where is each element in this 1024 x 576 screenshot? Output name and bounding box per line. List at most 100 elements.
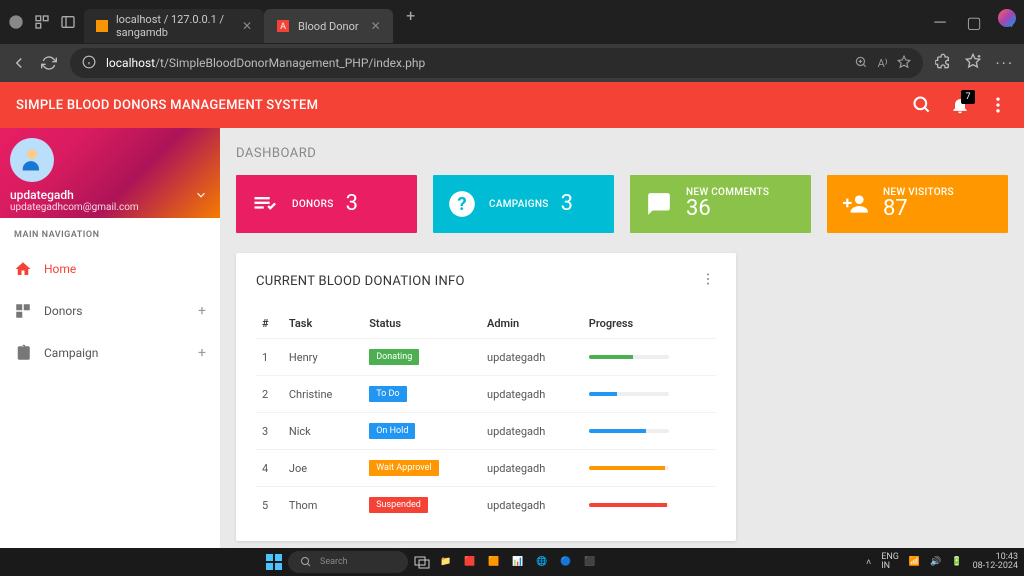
browser-tab-phpmyadmin[interactable]: localhost / 127.0.0.1 / sangamdb ✕ (84, 9, 264, 43)
system-tray[interactable]: ˄ ENGIN 📶 🔊 🔋 10:4308-12-2024 (866, 553, 1018, 571)
stat-value: 3 (561, 191, 573, 216)
tray-chevron-icon[interactable]: ˄ (866, 557, 871, 568)
maximize-button[interactable]: ▢ (966, 14, 982, 30)
taskbar-app[interactable]: 🌐 (532, 552, 552, 572)
table-row: 3 Nick On Hold updategadh (256, 413, 716, 450)
taskbar-app[interactable]: 📊 (508, 552, 528, 572)
table-row: 1 Henry Donating updategadh (256, 339, 716, 376)
read-aloud-icon[interactable]: A⁾ (878, 57, 888, 70)
cell-status: Suspended (363, 487, 481, 524)
extensions-icon[interactable] (935, 53, 951, 73)
wifi-icon[interactable]: 📶 (909, 557, 920, 567)
toolbar-right: ··· (935, 53, 1014, 73)
cell-num: 1 (256, 339, 283, 376)
card-menu-icon[interactable] (700, 271, 716, 291)
app-topbar: SIMPLE BLOOD DONORS MANAGEMENT SYSTEM 7 (0, 82, 1024, 128)
close-icon[interactable]: ✕ (371, 19, 381, 33)
progress-bar (589, 429, 669, 433)
nav-item-home[interactable]: Home (0, 248, 220, 290)
more-icon[interactable]: ··· (995, 54, 1014, 73)
col-task: Task (283, 309, 363, 339)
user-email: updategadhcom@gmail.com (10, 202, 210, 213)
copilot-icon[interactable] (998, 9, 1016, 27)
topbar-actions: 7 (912, 95, 1008, 115)
volume-icon[interactable]: 🔊 (930, 557, 941, 567)
chevron-down-icon[interactable] (194, 187, 208, 206)
taskbar-app[interactable]: 🟧 (484, 552, 504, 572)
app-title: SIMPLE BLOOD DONORS MANAGEMENT SYSTEM (16, 98, 318, 113)
svg-text:?: ? (457, 193, 466, 215)
table-row: 5 Thom Suspended updategadh (256, 487, 716, 524)
favorite-icon[interactable] (897, 55, 911, 72)
overflow-menu-icon[interactable] (988, 95, 1008, 115)
cell-task: Joe (283, 450, 363, 487)
cell-admin: updategadh (481, 487, 583, 524)
user-card[interactable]: updategadh updategadhcom@gmail.com (0, 128, 220, 218)
cell-admin: updategadh (481, 376, 583, 413)
stat-donors[interactable]: DONORS 3 (236, 175, 417, 233)
browser-tab-active[interactable]: A Blood Donor ✕ (264, 9, 393, 43)
search-icon[interactable] (912, 95, 932, 115)
sidebar-toggle-icon[interactable] (60, 14, 76, 30)
cell-progress (583, 413, 716, 450)
main-layout: updategadh updategadhcom@gmail.com MAIN … (0, 128, 1024, 548)
donation-info-card: CURRENT BLOOD DONATION INFO # Task Statu… (236, 253, 736, 541)
tab-label: Blood Donor (298, 20, 359, 33)
url-input[interactable]: localhost/t/SimpleBloodDonorManagement_P… (70, 48, 923, 78)
status-badge: On Hold (369, 423, 415, 439)
cell-progress (583, 450, 716, 487)
notifications-icon[interactable]: 7 (950, 95, 970, 115)
new-tab-button[interactable]: + (397, 1, 425, 29)
progress-bar (589, 503, 669, 507)
cell-num: 2 (256, 376, 283, 413)
stat-visitors[interactable]: NEW VISITORS87 (827, 175, 1008, 233)
workspaces-icon[interactable] (34, 14, 50, 30)
taskbar-app[interactable]: ⬛ (580, 552, 600, 572)
col-admin: Admin (481, 309, 583, 339)
site-info-icon[interactable] (82, 55, 96, 72)
titlebar-left (8, 14, 76, 30)
favorites-bar-icon[interactable] (965, 53, 981, 73)
minimize-button[interactable]: ─ (932, 14, 948, 30)
cell-task: Thom (283, 487, 363, 524)
stat-label: DONORS (292, 199, 334, 210)
forum-icon (644, 189, 674, 219)
task-view-icon[interactable] (412, 552, 432, 572)
expand-icon[interactable]: + (198, 345, 206, 361)
taskbar-app[interactable]: 📁 (436, 552, 456, 572)
help-icon: ? (447, 189, 477, 219)
nav-item-donors[interactable]: Donors + (0, 290, 220, 332)
tray-clock[interactable]: 10:4308-12-2024 (973, 553, 1018, 571)
stats-row: DONORS 3 ? CAMPAIGNS 3 NEW COMMENTS36 NE… (236, 175, 1008, 233)
refresh-button[interactable] (40, 54, 58, 72)
back-button[interactable] (10, 54, 28, 72)
close-icon[interactable]: ✕ (242, 19, 252, 33)
progress-bar (589, 392, 669, 396)
status-badge: Donating (369, 349, 419, 365)
nav-section-title: MAIN NAVIGATION (0, 218, 220, 248)
taskbar-app[interactable]: 🔵 (556, 552, 576, 572)
cell-progress (583, 339, 716, 376)
status-badge: To Do (369, 386, 406, 402)
expand-icon[interactable]: + (198, 303, 206, 319)
page-title: DASHBOARD (236, 146, 1008, 161)
zoom-icon[interactable] (854, 55, 868, 72)
playlist-check-icon (250, 189, 280, 219)
col-progress: Progress (583, 309, 716, 339)
cell-num: 5 (256, 487, 283, 524)
stat-campaigns[interactable]: ? CAMPAIGNS 3 (433, 175, 614, 233)
stat-comments[interactable]: NEW COMMENTS36 (630, 175, 811, 233)
profile-icon[interactable] (8, 14, 24, 30)
home-icon (14, 260, 32, 278)
taskbar-search[interactable]: Search (288, 551, 408, 573)
nav-item-campaign[interactable]: Campaign + (0, 332, 220, 374)
app-favicon-icon: A (276, 19, 290, 33)
browser-tabs: localhost / 127.0.0.1 / sangamdb ✕ A Blo… (84, 1, 425, 43)
start-button[interactable] (264, 552, 284, 572)
widgets-icon (14, 302, 32, 320)
tray-lang[interactable]: ENGIN (881, 553, 899, 571)
taskbar-app[interactable]: 🟥 (460, 552, 480, 572)
battery-icon[interactable]: 🔋 (951, 557, 962, 567)
cell-admin: updategadh (481, 339, 583, 376)
cell-task: Nick (283, 413, 363, 450)
